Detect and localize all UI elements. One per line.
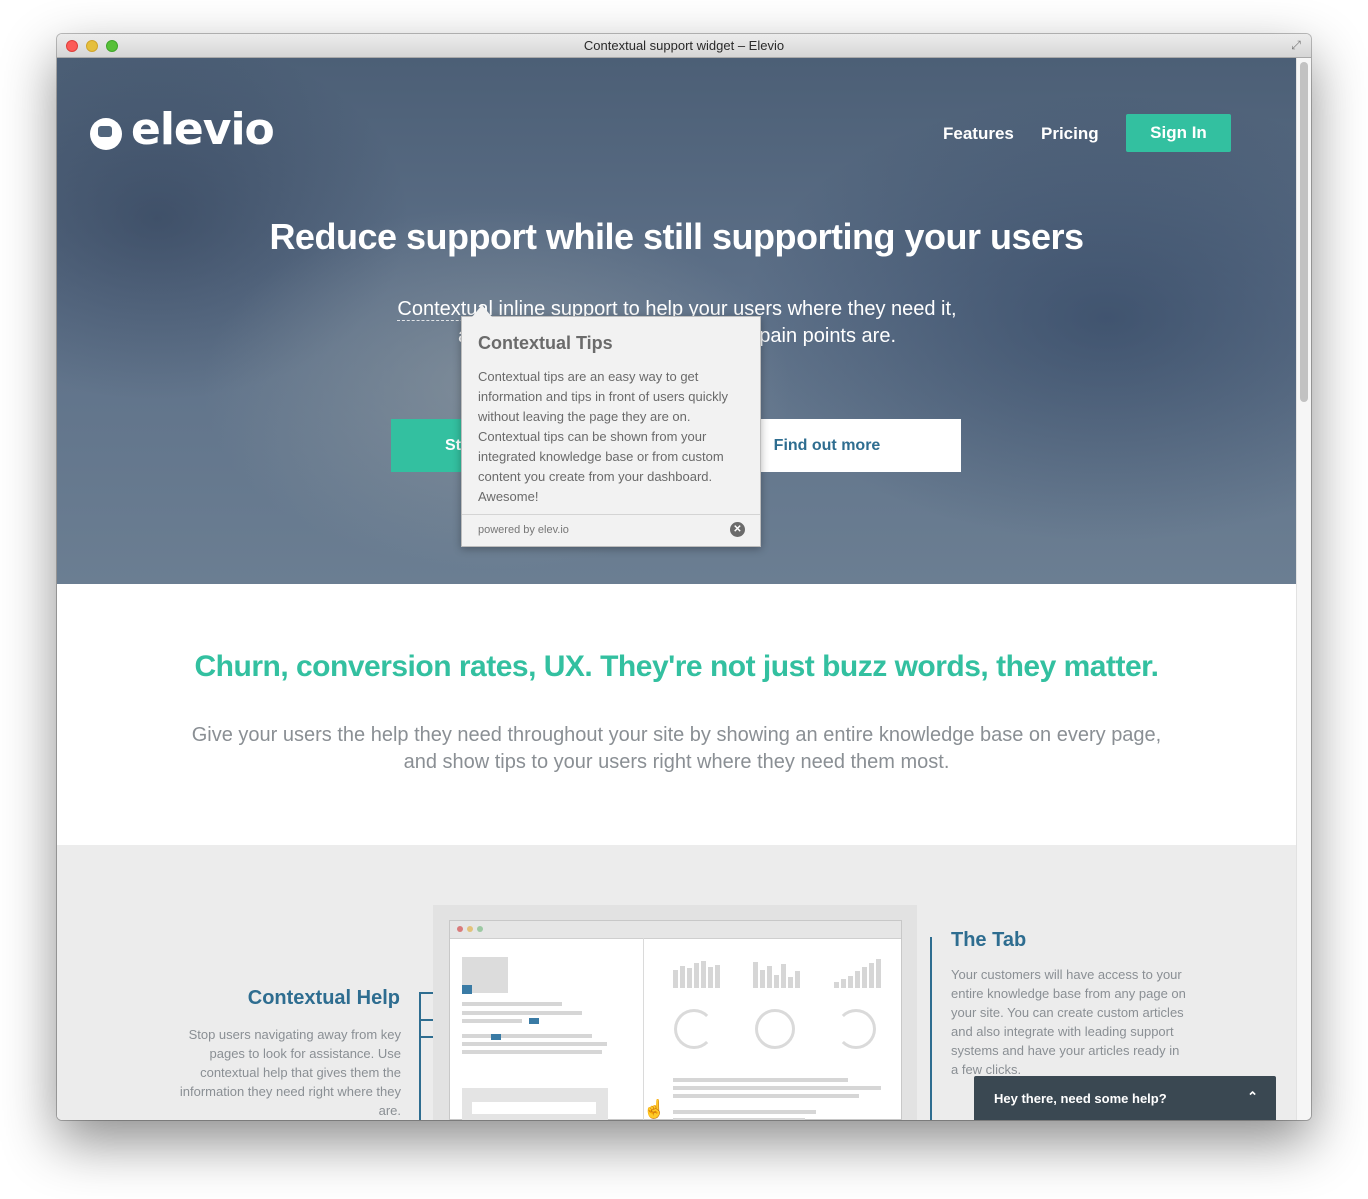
illustration-line [673,1110,816,1114]
sign-in-button[interactable]: Sign In [1126,114,1231,152]
illustration-line [462,1011,582,1015]
illustration-bar [767,966,772,988]
chevron-up-icon[interactable]: ⌃ [1247,1089,1258,1105]
illustration-line [462,1002,562,1006]
page-viewport: elevio Features Pricing Sign In Reduce s… [57,58,1296,1120]
value-subtitle: Give your users the help they need throu… [191,724,1162,773]
illustration-line [673,1094,859,1098]
bracket-tick [421,1019,433,1021]
popover-body: Contextual tips are an easy way to get i… [478,369,729,504]
the-tab-title: The Tab [951,929,1027,951]
illustration-donut [836,1009,876,1049]
popover-title: Contextual Tips [478,333,613,353]
illustration-line [462,1019,522,1023]
illustration-bar [774,975,779,988]
contextual-help-title: Contextual Help [247,987,400,1009]
value-section: Churn, conversion rates, UX. They're not… [57,584,1296,845]
illustration-titlebar [450,921,901,939]
illustration-bar [869,963,874,988]
popover-footer: powered by elev.io ✕ [462,514,760,546]
the-tab-line [930,937,932,1120]
popover-arrow [472,305,492,317]
title-bar: Contextual support widget – Elevio ⤢ [57,34,1311,58]
bracket-tick [421,1036,433,1038]
logo-text: elevio [131,104,275,155]
illustration-window [449,920,902,1120]
illustration-help-marker [462,985,472,994]
vertical-scrollbar[interactable] [1296,58,1311,1120]
illustration-bar [715,965,720,988]
illustration-line [673,1086,881,1090]
the-tab-description: Your customers will have access to your … [951,967,1186,1077]
logo-icon [90,118,122,150]
nav-pricing-link[interactable]: Pricing [1041,124,1099,144]
bracket-tick [421,992,433,994]
fullscreen-icon[interactable]: ⤢ [1289,38,1303,52]
illustration-dot [457,926,463,932]
illustration-bar [848,976,853,988]
illustration-help-marker [529,1018,539,1024]
illustration-bar [694,963,699,988]
hero-title: Reduce support while still supporting yo… [269,216,1084,257]
illustration-bar [753,962,758,988]
illustration-bar [680,966,685,988]
contextual-help-description: Stop users navigating away from key page… [179,1027,401,1118]
value-title: Churn, conversion rates, UX. They're not… [194,650,1160,683]
illustration-bar [701,961,706,988]
illustration-donut [674,1009,714,1049]
illustration-bar [760,970,765,988]
illustration-bar [876,959,881,988]
illustration-divider [643,938,644,1120]
illustration-line [673,1078,848,1082]
illustration-donut [755,1009,795,1049]
powered-by-link[interactable]: powered by elev.io [478,524,569,536]
close-icon[interactable]: ✕ [730,522,745,537]
browser-window: Contextual support widget – Elevio ⤢ ele… [57,34,1311,1120]
nav-features-link[interactable]: Features [943,124,1014,144]
illustration-help-marker [491,1034,501,1040]
illustration-bar [834,982,839,988]
illustration-bar [781,964,786,988]
chat-label: Hey there, need some help? [994,1091,1167,1106]
help-chat-widget[interactable]: Hey there, need some help? ⌃ [974,1076,1276,1120]
scrollbar-thumb[interactable] [1300,62,1308,402]
illustration-dot [467,926,473,932]
illustration-bar [841,979,846,988]
hand-cursor-icon: ☝ [643,1099,666,1119]
illustration-line [462,1050,602,1054]
window-title: Contextual support widget – Elevio [583,38,785,53]
illustration-line [673,1118,805,1120]
illustration-bar [673,970,678,988]
illustration-bar [862,967,867,988]
illustration-bar [687,968,692,988]
illustration-bar [855,971,860,988]
hero-section: elevio Features Pricing Sign In Reduce s… [57,58,1296,584]
illustration-dot [477,926,483,932]
illustration-line [462,1034,592,1038]
illustration-bar [708,967,713,988]
app-illustration: ☝ [433,905,917,1120]
contextual-tip-popover: Contextual Tips Contextual tips are an e… [461,305,761,547]
illustration-bar [788,977,793,988]
illustration-line [462,1042,607,1046]
illustration-card-field [472,1102,596,1114]
illustration-bar [795,971,800,988]
